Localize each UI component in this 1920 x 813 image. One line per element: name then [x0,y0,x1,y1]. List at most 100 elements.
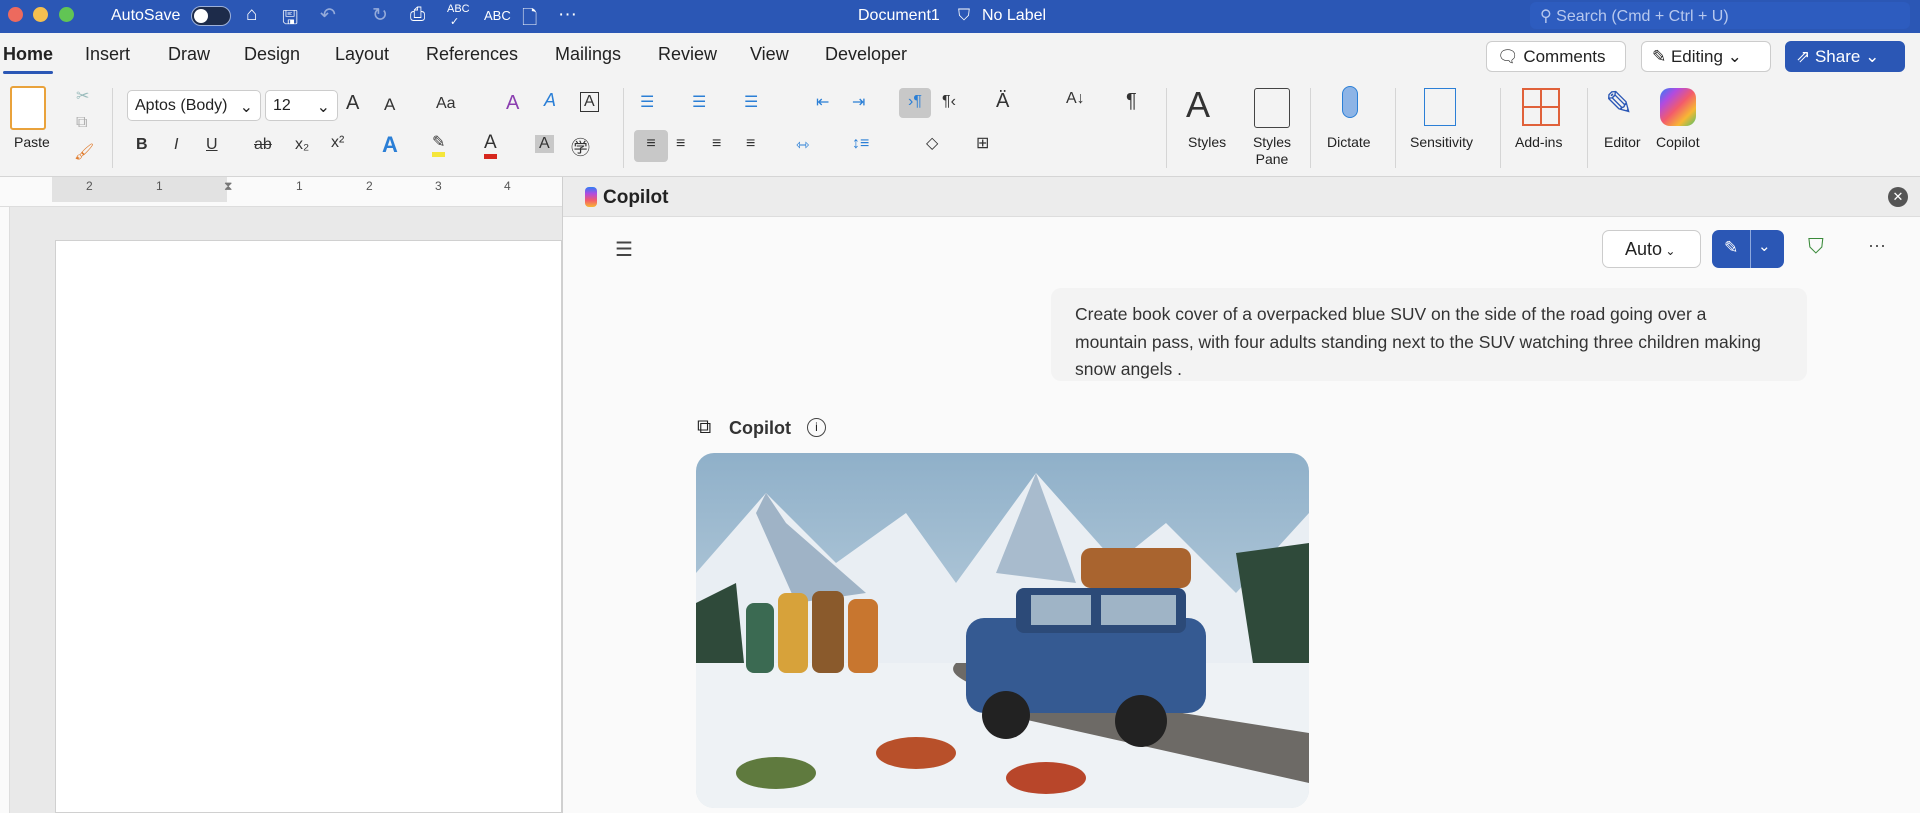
enclose-character-icon[interactable]: ㊫ [571,133,590,160]
styles-label[interactable]: Styles [1188,134,1226,151]
font-size-select[interactable]: 12 ⌄ [265,90,338,121]
tab-home[interactable]: Home [3,44,54,74]
font-name-select[interactable]: Aptos (Body) ⌄ [127,90,261,121]
microphone-icon[interactable] [1342,86,1358,118]
tab-review[interactable]: Review [658,44,717,65]
paste-label[interactable]: Paste [14,134,50,151]
rtl-button[interactable]: ¶‹ [942,93,956,111]
menu-icon[interactable]: ☰ [615,237,633,262]
editor-icon[interactable]: ✎ [1605,84,1634,124]
increase-indent-icon[interactable]: ⇥ [852,92,865,112]
zoom-window-button[interactable] [59,7,74,22]
close-window-button[interactable] [8,7,23,22]
small-caps-icon[interactable]: ABC [484,8,511,23]
info-icon[interactable]: i [807,418,826,437]
text-effects-abc-icon[interactable]: A [544,90,556,111]
dictate-label[interactable]: Dictate [1327,134,1371,151]
home-icon[interactable]: ⌂ [246,4,257,26]
text-effects-icon[interactable]: A [382,132,398,158]
save-icon[interactable]: 🖫 [282,4,298,36]
mode-select[interactable]: Auto ⌄ [1602,230,1701,268]
more-icon[interactable]: ··· [558,4,577,26]
format-painter-icon[interactable]: 🖌 [74,142,94,162]
document-page[interactable] [55,240,562,813]
bold-button[interactable]: B [136,136,148,154]
italic-button[interactable]: I [174,136,178,154]
add-ins-label[interactable]: Add-ins [1515,134,1562,151]
borders-icon[interactable]: ⊞ [976,133,989,153]
tab-design[interactable]: Design [244,44,300,65]
multilevel-list-icon[interactable]: ☰ [744,92,758,112]
tab-developer[interactable]: Developer [825,44,907,65]
generated-image[interactable] [696,453,1309,808]
sensitivity-label[interactable]: No Label [982,7,1046,25]
more-options-icon[interactable]: ··· [1868,235,1886,256]
highlight-icon[interactable]: ✎ [432,132,446,157]
justify-button[interactable]: ≡ [746,135,755,153]
redo-icon[interactable]: ↻ [372,4,388,27]
search-input[interactable]: ⚲ Search (Cmd + Ctrl + U) [1530,2,1910,29]
horizontal-ruler[interactable]: 2 1 ⧗ 1 2 3 4 [0,177,562,207]
copilot-label[interactable]: Copilot [1656,134,1700,151]
undo-icon[interactable]: ↶ [320,4,336,27]
copilot-icon[interactable] [1660,88,1696,126]
align-left-button[interactable]: ≡ [634,130,668,162]
clear-formatting-icon[interactable]: A [506,92,519,115]
editing-mode-button[interactable]: ✎ Editing ⌄ [1641,41,1771,72]
vertical-ruler[interactable] [0,207,10,813]
strikethrough-button[interactable]: ab [254,136,272,154]
tab-view[interactable]: View [750,44,789,65]
font-color-icon[interactable]: A [484,132,497,159]
cut-icon[interactable]: ✂ [76,86,89,106]
response-label: Copilot [729,418,791,438]
minimize-window-button[interactable] [33,7,48,22]
bullets-icon[interactable]: ☰ [640,92,654,112]
close-pane-icon[interactable]: ✕ [1888,187,1908,207]
autosave-toggle[interactable] [191,6,231,26]
superscript-button[interactable]: x² [331,134,344,152]
text-direction-icon[interactable]: Ä [996,90,1009,113]
styles-pane-icon[interactable] [1254,88,1290,128]
print-icon[interactable]: ⎙ [410,4,425,26]
character-border-icon[interactable]: A [580,92,599,112]
chevron-down-icon[interactable]: ⌄ [1758,237,1771,255]
new-document-icon[interactable]: 🗋 [522,4,537,36]
sensitivity-label-button[interactable]: Sensitivity [1410,134,1473,151]
shrink-font-icon[interactable]: A [384,95,395,115]
tab-mailings[interactable]: Mailings [555,44,621,65]
sensitivity-icon[interactable] [1424,88,1456,126]
tab-insert[interactable]: Insert [85,44,130,65]
tab-draw[interactable]: Draw [168,44,210,65]
show-marks-button[interactable]: ¶ [1126,90,1137,113]
ltr-button[interactable]: ›¶ [899,88,931,118]
copilot-pane-header: Copilot ✕ [563,177,1920,217]
line-spacing-icon[interactable]: ↕≡ [852,135,869,153]
align-right-button[interactable]: ≡ [712,135,721,153]
shading-fill-icon[interactable]: ◇ [926,133,938,153]
styles-icon[interactable]: A [1186,84,1210,126]
decrease-indent-icon[interactable]: ⇤ [816,92,829,112]
underline-button[interactable]: U [206,136,218,154]
align-center-button[interactable]: ≡ [676,135,685,153]
editor-label[interactable]: Editor [1604,134,1641,151]
comments-button[interactable]: 🗨 Comments [1486,41,1626,72]
share-button[interactable]: ⇗ Share ⌄ [1785,41,1905,72]
distributed-icon[interactable]: ⇿ [796,135,809,155]
chevron-down-icon: ⌄ [1860,47,1880,66]
new-chat-button[interactable]: ✎ ⌄ [1712,230,1784,268]
shield-check-icon[interactable]: ⛉ [1808,235,1824,259]
spelling-icon[interactable]: ABC ✓ [447,3,470,28]
styles-pane-label[interactable]: Styles Pane [1250,134,1294,168]
paste-icon[interactable] [10,86,46,130]
add-ins-icon[interactable] [1522,88,1560,126]
indent-marker-icon[interactable]: ⧗ [224,179,232,194]
grow-font-icon[interactable]: A [346,92,359,115]
tab-references[interactable]: References [426,44,518,65]
subscript-button[interactable]: x₂ [295,136,309,154]
sort-icon[interactable]: A↓ [1066,90,1085,108]
change-case-button[interactable]: Aa [436,95,456,113]
shading-icon[interactable]: A [535,135,554,153]
numbering-icon[interactable]: ☰ [692,92,706,112]
tab-layout[interactable]: Layout [335,44,389,65]
copy-icon[interactable]: ⧉ [76,114,87,132]
